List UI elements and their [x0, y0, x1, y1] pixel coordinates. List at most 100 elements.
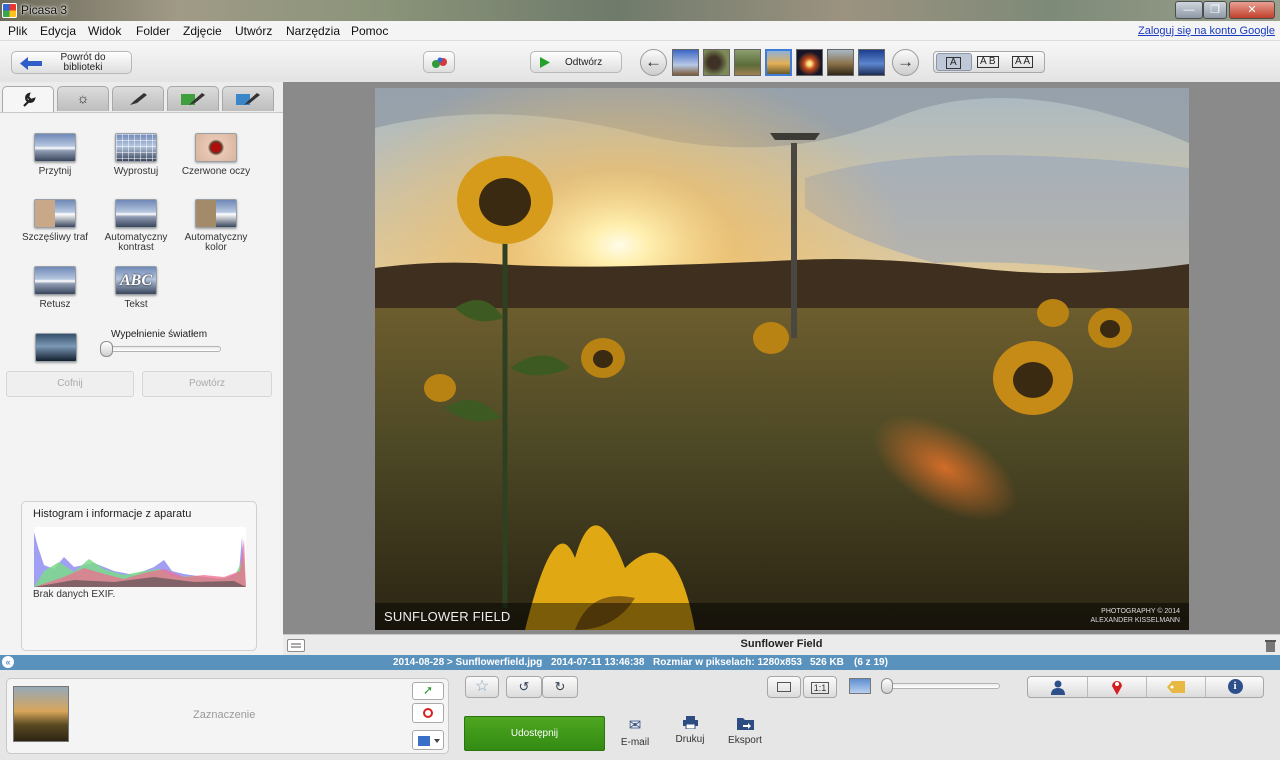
brush-green-icon — [181, 93, 205, 105]
close-button[interactable]: ✕ — [1229, 1, 1275, 19]
redo-button[interactable]: Powtórz — [142, 371, 272, 397]
toolbar: Powrót do biblioteki Odtwórz ← → A A B A… — [0, 41, 1280, 82]
printer-icon — [682, 716, 698, 729]
tab-effects-3[interactable] — [222, 86, 274, 111]
tab-basic-fixes[interactable] — [2, 86, 54, 112]
menu-folder[interactable]: Folder — [136, 24, 170, 38]
view-compare-aa-button[interactable]: A A — [1009, 53, 1043, 71]
auto-color-label: Automatyczny kolor — [184, 232, 248, 253]
maximize-button[interactable]: ❐ — [1203, 1, 1227, 19]
redeye-label: Czerwone oczy — [181, 166, 251, 177]
tab-tuning[interactable]: ☼ — [57, 86, 109, 111]
text-tool[interactable]: ABC Tekst — [96, 266, 176, 310]
menu-pomoc[interactable]: Pomoc — [351, 24, 388, 38]
menu-edycja[interactable]: Edycja — [40, 24, 76, 38]
undo-button[interactable]: Cofnij — [6, 371, 134, 397]
collapse-arrows-icon[interactable]: « — [2, 656, 14, 668]
lucky-label: Szczęśliwy traf — [21, 232, 89, 243]
people-button[interactable] — [1028, 677, 1087, 697]
trash-icon[interactable] — [1265, 639, 1276, 652]
star-button[interactable]: ☆ — [465, 676, 499, 698]
straighten-label: Wyprostuj — [113, 166, 159, 177]
menu-utworz[interactable]: Utwórz — [235, 24, 272, 38]
feeling-lucky-tool[interactable]: Szczęśliwy traf — [15, 199, 95, 243]
info-icon: i — [1227, 679, 1243, 694]
zoom-actual-size-button[interactable]: 1:1 — [803, 676, 837, 698]
text-abc-icon: ABC — [115, 266, 157, 295]
previous-photo-button[interactable]: ← — [640, 49, 667, 76]
filmstrip-thumb-1[interactable] — [672, 49, 699, 76]
auto-color-tool[interactable]: Automatyczny kolor — [176, 199, 256, 253]
tab-effects-1[interactable] — [112, 86, 164, 111]
menu-widok[interactable]: Widok — [88, 24, 121, 38]
sunflower-photo — [375, 88, 1189, 630]
filmstrip-thumb-4-selected[interactable] — [765, 49, 792, 76]
crop-tool[interactable]: Przytnij — [15, 133, 95, 177]
map-pin-icon — [1112, 681, 1122, 695]
add-to-album-button[interactable] — [412, 730, 444, 750]
share-button[interactable]: Udostępnij — [464, 716, 605, 751]
side-panel-tabs: i — [1027, 676, 1264, 698]
arrow-left-icon: ← — [645, 52, 662, 71]
next-photo-button[interactable]: → — [892, 49, 919, 76]
filmstrip-thumb-6[interactable] — [827, 49, 854, 76]
pin-icon: ➚ — [422, 683, 434, 697]
zoom-photo-icon — [849, 678, 871, 694]
rotate-right-button[interactable]: ↻ — [542, 676, 578, 698]
export-action[interactable]: Eksport — [715, 716, 775, 746]
fill-light-slider[interactable] — [100, 341, 221, 357]
clear-circle-icon — [423, 708, 433, 718]
hold-pin-button[interactable]: ➚ — [412, 682, 444, 700]
tab-effects-2[interactable] — [167, 86, 219, 111]
info-datetime: 2014-07-11 13:46:38 — [551, 657, 645, 668]
auto-contrast-tool[interactable]: Automatyczny kontrast — [96, 199, 176, 253]
caption-bar: Sunflower Field — [283, 634, 1280, 655]
menu-narzedzia[interactable]: Narzędzia — [286, 24, 340, 38]
straighten-tool[interactable]: Wyprostuj — [96, 133, 176, 177]
filmstrip-thumb-7[interactable] — [858, 49, 885, 76]
view-compare-ab-button[interactable]: A B — [974, 53, 1008, 71]
collage-button[interactable] — [423, 51, 455, 73]
arrow-left-icon — [20, 57, 42, 70]
print-action[interactable]: Drukuj — [660, 716, 720, 745]
redeye-tool[interactable]: Czerwone oczy — [176, 133, 256, 177]
star-icon: ☆ — [474, 678, 490, 695]
title-bar — [0, 0, 1280, 21]
rotate-left-button[interactable]: ↺ — [506, 676, 542, 698]
info-button[interactable]: i — [1205, 677, 1264, 697]
rotate-right-icon: ↻ — [554, 679, 566, 694]
retouch-tool[interactable]: Retusz — [15, 266, 95, 310]
tag-icon — [1167, 681, 1185, 693]
zoom-slider[interactable] — [881, 678, 1000, 694]
menu-plik[interactable]: Plik — [8, 24, 27, 38]
minimize-button[interactable]: — — [1175, 1, 1203, 19]
back-to-library-label: Powrót do biblioteki — [60, 52, 106, 73]
places-button[interactable] — [1087, 677, 1146, 697]
photo-canvas[interactable]: SUNFLOWER FIELD PHOTOGRAPHY © 2014 ALEXA… — [375, 88, 1189, 630]
filmstrip-thumb-2[interactable] — [703, 49, 730, 76]
tags-button[interactable] — [1146, 677, 1205, 697]
histogram-title: Histogram i informacje z aparatu — [33, 508, 192, 520]
google-login-link[interactable]: Zaloguj się na konto Google — [1138, 25, 1275, 37]
compare-view-group: A A B A A — [933, 51, 1045, 73]
photo-caption[interactable]: Sunflower Field — [283, 638, 1280, 650]
play-slideshow-button[interactable]: Odtwórz — [530, 51, 622, 73]
fill-light-slider-handle[interactable] — [100, 341, 113, 357]
email-action[interactable]: ✉ E-mail — [605, 716, 665, 748]
photo-credit-line2: ALEXANDER KISSELMANN — [1090, 617, 1180, 624]
auto-contrast-label: Automatyczny kontrast — [104, 232, 168, 253]
filmstrip-thumb-5[interactable] — [796, 49, 823, 76]
zoom-slider-handle[interactable] — [881, 678, 893, 694]
selected-thumb[interactable] — [13, 686, 69, 742]
view-single-button[interactable]: A — [936, 53, 972, 71]
back-to-library-button[interactable]: Powrót do biblioteki — [11, 51, 132, 74]
filmstrip-thumb-3[interactable] — [734, 49, 761, 76]
crop-icon — [34, 133, 76, 162]
fit-to-window-button[interactable] — [767, 676, 801, 698]
one-to-one-icon: 1:1 — [810, 682, 830, 694]
photo-credit-line1: PHOTOGRAPHY © 2014 — [1101, 608, 1180, 615]
clear-selection-button[interactable] — [412, 703, 444, 723]
info-path: 2014-08-28 > Sunflowerfield.jpg — [393, 657, 543, 668]
straighten-icon — [115, 133, 157, 162]
menu-zdjecie[interactable]: Zdjęcie — [183, 24, 222, 38]
